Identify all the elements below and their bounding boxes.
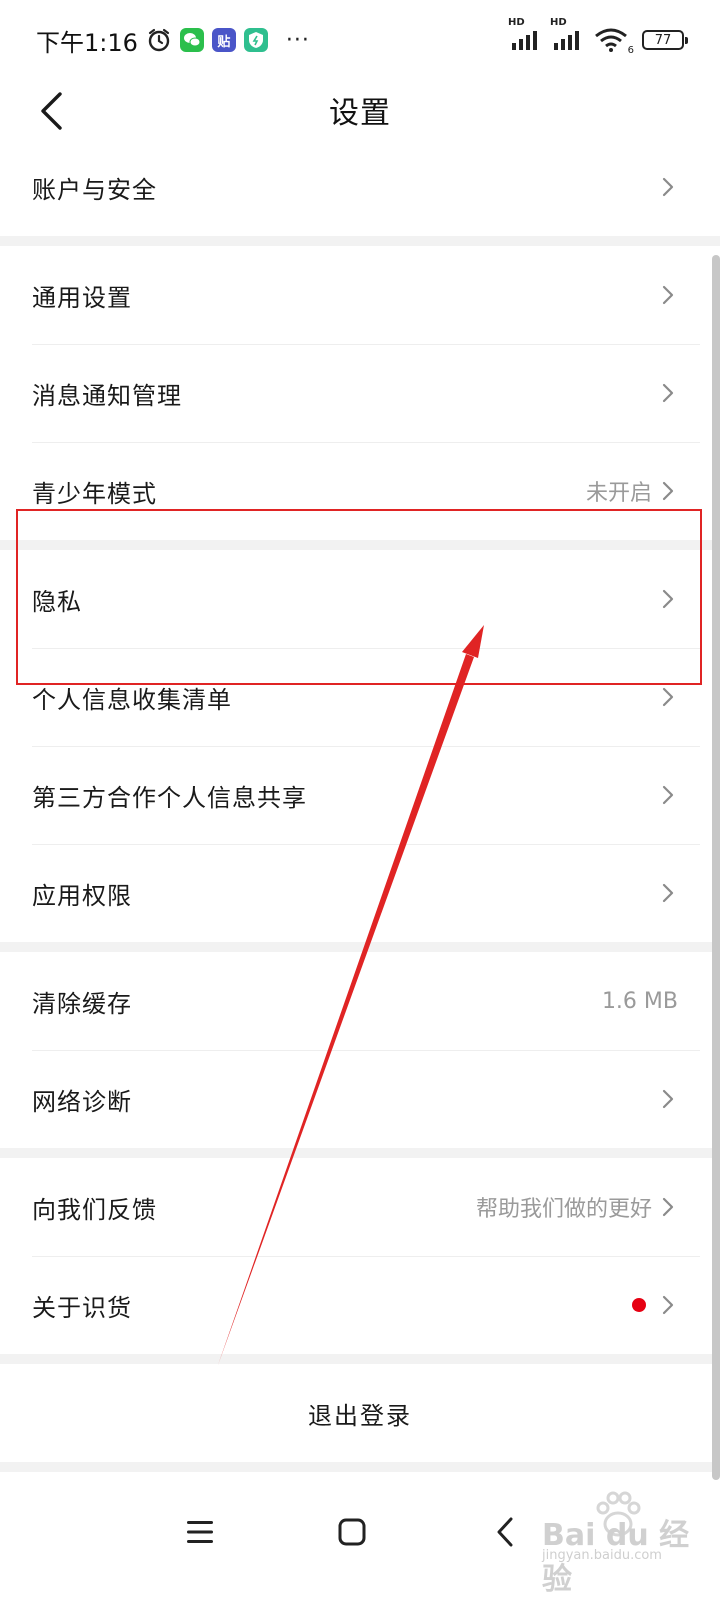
chevron-left-icon bbox=[41, 92, 62, 130]
chevron-right-icon bbox=[662, 687, 674, 707]
section-divider bbox=[0, 1462, 720, 1472]
row-trailing: 未开启 bbox=[586, 475, 678, 507]
update-badge-dot bbox=[632, 1298, 646, 1312]
settings-row-clear-cache[interactable]: 清除缓存 1.6 MB bbox=[0, 952, 720, 1050]
chevron-right-icon bbox=[662, 1197, 674, 1217]
settings-row-third-party-sharing[interactable]: 第三方合作个人信息共享 bbox=[0, 746, 720, 844]
row-label: 关于识货 bbox=[32, 1293, 132, 1322]
back-button[interactable] bbox=[26, 86, 76, 136]
row-label: 个人信息收集清单 bbox=[32, 685, 232, 714]
section-divider bbox=[0, 942, 720, 952]
row-label: 网络诊断 bbox=[32, 1087, 132, 1116]
settings-row-general[interactable]: 通用设置 bbox=[0, 246, 720, 344]
home-button[interactable] bbox=[322, 1502, 382, 1562]
page-title: 设置 bbox=[329, 96, 391, 131]
logout-label: 退出登录 bbox=[308, 1401, 412, 1430]
section-divider bbox=[0, 540, 720, 550]
status-bar: 下午1:16 贴 ··· HD HD 6 77 bbox=[0, 0, 720, 80]
settings-row-account-security[interactable]: 账户与安全 bbox=[0, 138, 720, 236]
settings-row-network-diagnosis[interactable]: 网络诊断 bbox=[0, 1050, 720, 1148]
status-time: 下午1:16 bbox=[36, 28, 138, 57]
wifi-icon: 6 bbox=[594, 28, 634, 56]
settings-row-app-permissions[interactable]: 应用权限 bbox=[0, 844, 720, 942]
back-icon bbox=[497, 1517, 513, 1547]
menu-icon bbox=[187, 1521, 213, 1543]
row-trailing bbox=[658, 879, 678, 907]
home-icon bbox=[338, 1518, 366, 1546]
row-trailing bbox=[658, 281, 678, 309]
alarm-icon bbox=[148, 28, 170, 52]
security-shield-icon bbox=[243, 28, 268, 52]
settings-list: 账户与安全 通用设置 消息通知管理 青少年模式 未开启 隐私 个人信息收集清单 bbox=[0, 138, 720, 1472]
section-divider bbox=[0, 1354, 720, 1364]
settings-row-notifications[interactable]: 消息通知管理 bbox=[0, 344, 720, 442]
row-label: 账户与安全 bbox=[32, 175, 157, 204]
row-label: 应用权限 bbox=[32, 881, 132, 910]
row-label: 第三方合作个人信息共享 bbox=[32, 783, 307, 812]
settings-row-about[interactable]: 关于识货 bbox=[0, 1256, 720, 1354]
row-trailing bbox=[658, 173, 678, 201]
row-trailing bbox=[658, 585, 678, 613]
row-trailing bbox=[658, 1085, 678, 1113]
section-divider bbox=[0, 1148, 720, 1158]
chevron-right-icon bbox=[662, 785, 674, 805]
row-label: 青少年模式 bbox=[32, 479, 157, 508]
row-label: 通用设置 bbox=[32, 283, 132, 312]
row-trailing bbox=[658, 683, 678, 711]
row-label: 隐私 bbox=[32, 587, 82, 616]
signal-2-icon: HD bbox=[550, 17, 586, 51]
settings-row-privacy[interactable]: 隐私 bbox=[0, 550, 720, 648]
chevron-right-icon bbox=[662, 177, 674, 197]
feedback-hint: 帮助我们做的更好 bbox=[475, 1197, 652, 1222]
system-back-button[interactable] bbox=[475, 1502, 535, 1562]
settings-row-info-collection[interactable]: 个人信息收集清单 bbox=[0, 648, 720, 746]
scrollbar[interactable] bbox=[712, 255, 720, 1480]
row-trailing: 1.6 MB bbox=[602, 989, 678, 1014]
chevron-right-icon bbox=[662, 285, 674, 305]
system-navigation-bar bbox=[0, 1484, 720, 1600]
row-label: 消息通知管理 bbox=[32, 381, 182, 410]
chevron-right-icon bbox=[662, 589, 674, 609]
menu-button[interactable] bbox=[170, 1502, 230, 1562]
row-label: 向我们反馈 bbox=[32, 1195, 157, 1224]
chevron-right-icon bbox=[662, 1295, 674, 1315]
row-trailing bbox=[658, 379, 678, 407]
signal-1-icon: HD bbox=[508, 17, 544, 51]
tieba-icon: 贴 bbox=[211, 28, 236, 52]
status-notification-icons: 贴 ··· bbox=[146, 27, 310, 53]
row-trailing: 帮助我们做的更好 bbox=[476, 1191, 678, 1223]
wechat-icon bbox=[179, 28, 204, 52]
chevron-right-icon bbox=[662, 481, 674, 501]
chevron-right-icon bbox=[662, 383, 674, 403]
chevron-right-icon bbox=[662, 883, 674, 903]
logout-button[interactable]: 退出登录 bbox=[0, 1364, 720, 1462]
section-divider bbox=[0, 236, 720, 246]
settings-row-youth-mode[interactable]: 青少年模式 未开启 bbox=[0, 442, 720, 540]
navigation-bar: 设置 bbox=[0, 80, 720, 140]
row-trailing bbox=[632, 1291, 678, 1319]
battery-indicator: 77 bbox=[642, 30, 688, 50]
row-label: 清除缓存 bbox=[32, 989, 132, 1018]
settings-row-feedback[interactable]: 向我们反馈 帮助我们做的更好 bbox=[0, 1158, 720, 1256]
more-notifications-icon: ··· bbox=[285, 27, 310, 53]
youth-mode-status: 未开启 bbox=[585, 481, 652, 506]
cache-size: 1.6 MB bbox=[601, 988, 678, 1014]
status-system-icons: HD HD 6 77 bbox=[508, 17, 688, 56]
row-trailing bbox=[658, 781, 678, 809]
chevron-right-icon bbox=[662, 1089, 674, 1109]
